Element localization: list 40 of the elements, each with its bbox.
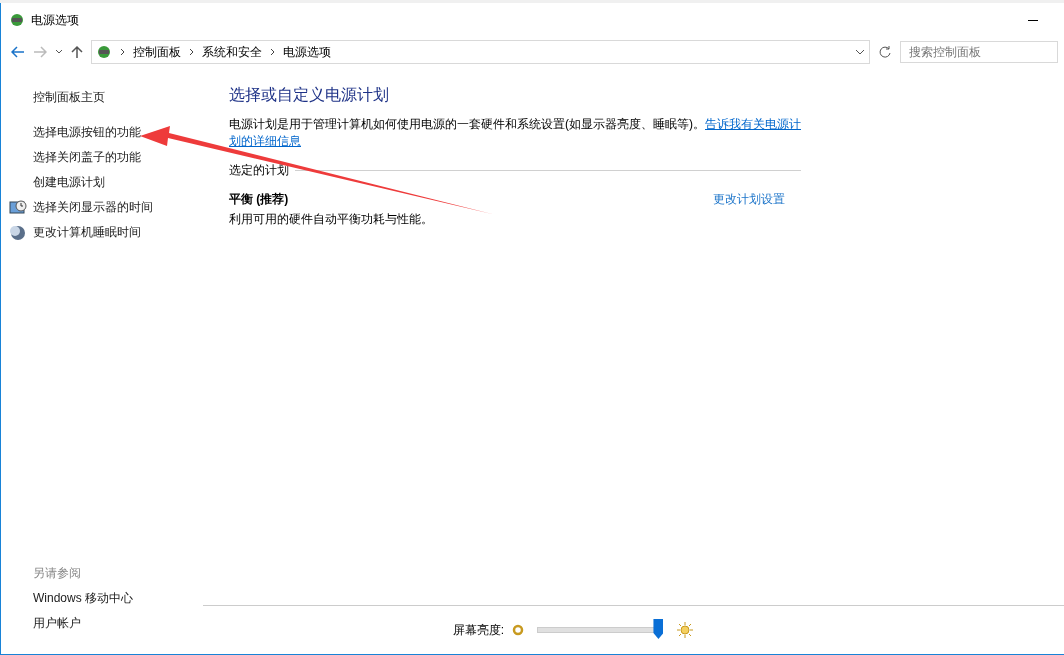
- monitor-clock-icon: [9, 199, 27, 216]
- window-title: 电源选项: [31, 11, 80, 29]
- slider-thumb[interactable]: [653, 619, 664, 639]
- chevron-icon: [120, 48, 125, 56]
- breadcrumb[interactable]: 系统和安全: [202, 43, 262, 61]
- section-label: 选定的计划: [229, 162, 289, 179]
- plan-description: 利用可用的硬件自动平衡功耗与性能。: [229, 211, 433, 228]
- help-link[interactable]: 划的详细信息: [229, 134, 301, 148]
- chevron-icon: [270, 48, 275, 56]
- description-text: 电源计划是用于管理计算机如何使用电源的一套硬件和系统设置(如显示器亮度、睡眠等)。告诉我有关电源计 划的详细信息: [229, 116, 801, 150]
- dim-sun-icon: [512, 624, 525, 636]
- control-panel-icon: [96, 44, 112, 60]
- minimize-icon: [1028, 19, 1038, 21]
- address-bar[interactable]: 控制面板 系统和安全 电源选项: [91, 40, 870, 64]
- dropdown-icon[interactable]: [855, 49, 865, 55]
- sidebar-link[interactable]: Windows 移动中心: [9, 586, 203, 611]
- page-heading: 选择或自定义电源计划: [229, 85, 390, 105]
- refresh-icon[interactable]: [878, 45, 892, 59]
- power-options-icon: [9, 12, 25, 28]
- dropdown-icon[interactable]: [55, 49, 63, 55]
- moon-icon: [9, 224, 27, 241]
- brightness-label: 屏幕亮度:: [452, 621, 505, 639]
- change-plan-link[interactable]: 更改计划设置: [713, 191, 785, 228]
- sidebar-link[interactable]: 用户帐户: [9, 611, 203, 636]
- up-arrow-icon[interactable]: [71, 45, 83, 59]
- help-link[interactable]: 告诉我有关电源计: [705, 117, 801, 131]
- sidebar-link[interactable]: 选择电源按钮的功能: [9, 120, 203, 145]
- sidebar-link[interactable]: 选择关闭盖子的功能: [9, 145, 203, 170]
- bright-sun-icon: [676, 621, 695, 639]
- see-also-heading: 另请参阅: [32, 565, 82, 582]
- sidebar-link[interactable]: 控制面板主页: [9, 85, 203, 110]
- sidebar-link[interactable]: 选择关闭显示器的时间: [9, 195, 203, 220]
- back-arrow-icon[interactable]: [11, 46, 25, 58]
- plan-name: 平衡 (推荐): [229, 191, 290, 208]
- breadcrumb[interactable]: 电源选项: [283, 43, 331, 61]
- chevron-icon: [189, 48, 194, 56]
- sidebar-link[interactable]: 更改计算机睡眠时间: [9, 220, 203, 245]
- search-field[interactable]: 搜索控制面板: [900, 41, 1058, 63]
- sidebar-link[interactable]: 创建电源计划: [9, 170, 203, 195]
- breadcrumb[interactable]: 控制面板: [133, 43, 181, 61]
